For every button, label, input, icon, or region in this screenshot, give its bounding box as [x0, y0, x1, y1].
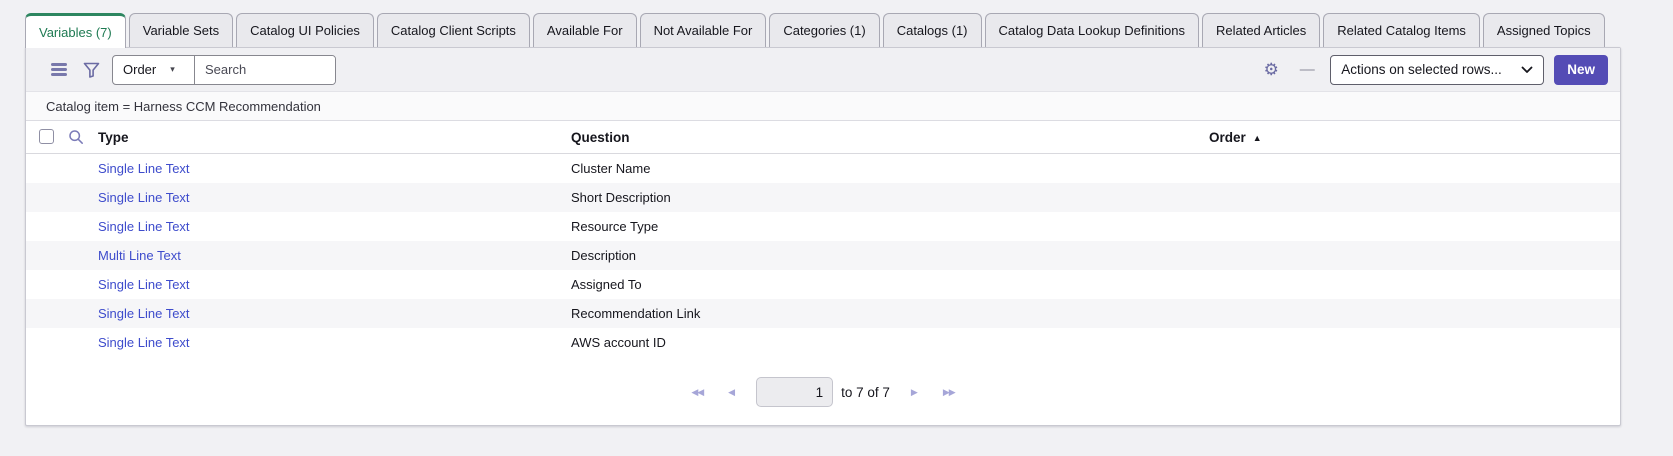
tab-catalog-ui-policies[interactable]: Catalog UI Policies	[236, 13, 374, 47]
column-header-order[interactable]: Order ▲	[1209, 121, 1262, 154]
row-type-link[interactable]: Multi Line Text	[98, 248, 181, 263]
tab-related-catalog-items[interactable]: Related Catalog Items	[1323, 13, 1480, 47]
caret-down-icon: ▾	[170, 64, 175, 75]
collapse-list-button[interactable]: —	[1294, 57, 1320, 83]
tab-related-articles[interactable]: Related Articles	[1202, 13, 1320, 47]
table-row: Single Line Text Assigned To	[26, 270, 1620, 299]
list-pagination: ◀◀ ◀ to 7 of 7 ▶ ▶▶	[26, 357, 1620, 427]
tab-catalogs[interactable]: Catalogs (1)	[883, 13, 982, 47]
first-page-button[interactable]: ◀◀	[687, 384, 707, 401]
row-question: Short Description	[571, 183, 671, 212]
tab-variable-sets[interactable]: Variable Sets	[129, 13, 233, 47]
tab-available-for[interactable]: Available For	[533, 13, 637, 47]
actions-on-selected-rows-select[interactable]: Actions on selected rows...	[1330, 55, 1544, 85]
list-header-row: Type Question Order ▲	[26, 121, 1620, 154]
table-row: Single Line Text Short Description	[26, 183, 1620, 212]
select-all-checkbox[interactable]	[39, 129, 54, 144]
row-type-link[interactable]: Single Line Text	[98, 219, 190, 234]
search-column-select[interactable]: Order ▾	[113, 56, 195, 84]
row-type-link[interactable]: Single Line Text	[98, 190, 190, 205]
column-header-type[interactable]: Type	[98, 121, 129, 154]
row-type-link[interactable]: Single Line Text	[98, 335, 190, 350]
related-lists-page: Variables (7) Variable Sets Catalog UI P…	[0, 0, 1673, 456]
table-row: Multi Line Text Description	[26, 241, 1620, 270]
funnel-icon	[83, 62, 100, 78]
actions-select-value: Actions on selected rows...	[1341, 62, 1502, 77]
chevron-down-icon	[1521, 66, 1533, 74]
breadcrumb-row: Catalog item = Harness CCM Recommendatio…	[26, 92, 1620, 121]
previous-page-button[interactable]: ◀	[724, 384, 739, 401]
next-page-button[interactable]: ▶	[907, 384, 922, 401]
row-question: Recommendation Link	[571, 299, 700, 328]
minus-icon: —	[1300, 61, 1315, 78]
tab-not-available-for[interactable]: Not Available For	[640, 13, 767, 47]
column-search-toggle[interactable]	[68, 129, 84, 145]
row-range-label: to 7 of 7	[841, 385, 890, 400]
last-page-button[interactable]: ▶▶	[939, 384, 959, 401]
tab-categories[interactable]: Categories (1)	[769, 13, 879, 47]
current-page-input[interactable]	[756, 377, 833, 407]
list-body: Single Line Text Cluster Name Single Lin…	[26, 154, 1620, 357]
new-button[interactable]: New	[1554, 55, 1608, 85]
row-type-link[interactable]: Single Line Text	[98, 161, 190, 176]
table-row: Single Line Text Resource Type	[26, 212, 1620, 241]
table-row: Single Line Text AWS account ID	[26, 328, 1620, 357]
sort-ascending-icon: ▲	[1253, 133, 1262, 143]
column-header-question[interactable]: Question	[571, 121, 630, 154]
row-question: Description	[571, 241, 636, 270]
search-icon	[68, 129, 84, 145]
row-question: Assigned To	[571, 270, 642, 299]
row-type-link[interactable]: Single Line Text	[98, 306, 190, 321]
row-type-link[interactable]: Single Line Text	[98, 277, 190, 292]
list-context-menu-button[interactable]	[46, 57, 72, 83]
search-column-value: Order	[123, 62, 156, 77]
row-question: Cluster Name	[571, 154, 650, 183]
gear-icon: ⚙	[1264, 61, 1279, 78]
toolbar-right-group: ⚙ — Actions on selected rows... New	[1258, 55, 1608, 85]
table-row: Single Line Text Recommendation Link	[26, 299, 1620, 328]
tab-variables[interactable]: Variables (7)	[25, 13, 126, 48]
tab-catalog-data-lookup-definitions[interactable]: Catalog Data Lookup Definitions	[985, 13, 1199, 47]
filter-button[interactable]	[78, 57, 104, 83]
row-question: Resource Type	[571, 212, 658, 241]
list-toolbar: Order ▾ ⚙ — Actions on selected rows...	[26, 48, 1620, 92]
variables-list-panel: Order ▾ ⚙ — Actions on selected rows...	[25, 47, 1621, 426]
table-row: Single Line Text Cluster Name	[26, 154, 1620, 183]
row-question: AWS account ID	[571, 328, 666, 357]
breadcrumb[interactable]: Catalog item = Harness CCM Recommendatio…	[46, 99, 321, 114]
search-input[interactable]	[195, 56, 335, 84]
related-list-tab-bar: Variables (7) Variable Sets Catalog UI P…	[25, 13, 1608, 47]
hamburger-menu-icon	[51, 61, 67, 79]
list-settings-button[interactable]: ⚙	[1258, 57, 1284, 83]
tab-catalog-client-scripts[interactable]: Catalog Client Scripts	[377, 13, 530, 47]
tab-assigned-topics[interactable]: Assigned Topics	[1483, 13, 1605, 47]
list-search-combo: Order ▾	[112, 55, 336, 85]
